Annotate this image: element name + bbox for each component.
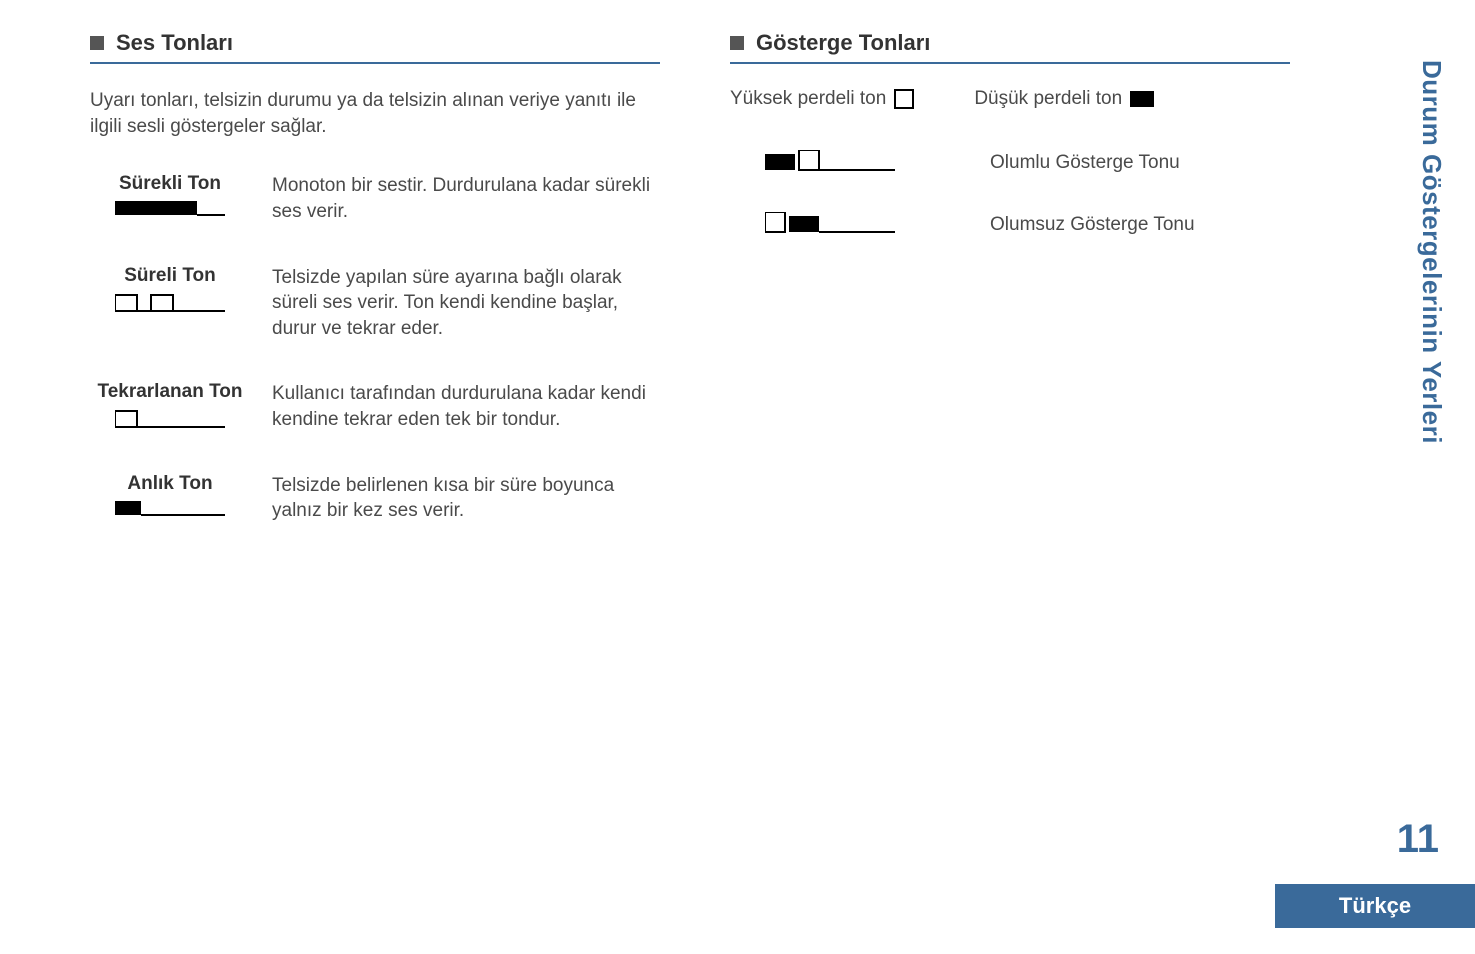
tone-label-block: Anlık Ton (90, 473, 250, 519)
momentary-tone-icon (115, 501, 225, 519)
tone-row-momentary: Anlık Ton Telsizde belirlenen kısa bir s… (90, 473, 660, 524)
indicator-row-negative: Olumsuz Gösterge Tonu (730, 212, 1290, 238)
intro-text: Uyarı tonları, telsizin durumu ya da tel… (90, 88, 660, 139)
indicator-text: Olumlu Gösterge Tonu (990, 152, 1290, 174)
right-column: Gösterge Tonları Yüksek perdeli ton Düşü… (730, 30, 1290, 564)
section-bullet-icon (730, 36, 744, 50)
legend-high: Yüksek perdeli ton (730, 88, 914, 110)
content-columns: Ses Tonları Uyarı tonları, telsizin duru… (90, 30, 1405, 564)
tone-label: Tekrarlanan Ton (90, 381, 250, 403)
language-tab: Türkçe (1275, 884, 1475, 928)
indicator-icon-wrap (730, 212, 930, 238)
tone-row-periodic: Süreli Ton Telsizde yapılan süre ayarına… (90, 265, 660, 342)
section-bullet-icon (90, 36, 104, 50)
tone-desc: Monoton bir sestir. Durdurulana kadar sü… (272, 173, 660, 224)
tone-label: Süreli Ton (90, 265, 250, 287)
positive-indicator-icon (765, 150, 895, 176)
repetitive-tone-icon (115, 409, 225, 431)
tone-label: Anlık Ton (90, 473, 250, 495)
left-column: Ses Tonları Uyarı tonları, telsizin duru… (90, 30, 660, 564)
section-header-left: Ses Tonları (90, 30, 660, 64)
tone-desc: Telsizde belirlenen kısa bir süre boyunc… (272, 473, 660, 524)
tone-label: Sürekli Ton (90, 173, 250, 195)
tone-label-block: Tekrarlanan Ton (90, 381, 250, 431)
section-title-left: Ses Tonları (116, 30, 233, 56)
tone-desc: Telsizde yapılan süre ayarına bağlı olar… (272, 265, 660, 342)
negative-indicator-icon (765, 212, 895, 238)
legend-high-label: Yüksek perdeli ton (730, 88, 886, 110)
tone-label-block: Sürekli Ton (90, 173, 250, 219)
periodic-tone-icon (115, 293, 225, 315)
tone-label-block: Süreli Ton (90, 265, 250, 315)
legend-row: Yüksek perdeli ton Düşük perdeli ton (730, 88, 1290, 110)
tone-desc: Kullanıcı tarafından durdurulana kadar k… (272, 381, 660, 432)
low-pitch-icon (1130, 89, 1154, 109)
tone-row-continuous: Sürekli Ton Monoton bir sestir. Durdurul… (90, 173, 660, 224)
legend-low-label: Düşük perdeli ton (974, 88, 1122, 110)
page: Ses Tonları Uyarı tonları, telsizin duru… (0, 0, 1475, 954)
indicator-icon-wrap (730, 150, 930, 176)
side-tab-title: Durum Göstergelerinin Yerleri (1416, 60, 1447, 444)
section-header-right: Gösterge Tonları (730, 30, 1290, 64)
tone-row-repetitive: Tekrarlanan Ton Kullanıcı tarafından dur… (90, 381, 660, 432)
high-pitch-icon (894, 89, 914, 109)
page-number: 11 (1397, 817, 1439, 862)
legend-low: Düşük perdeli ton (974, 88, 1154, 110)
indicator-row-positive: Olumlu Gösterge Tonu (730, 150, 1290, 176)
continuous-tone-icon (115, 201, 225, 219)
indicator-text: Olumsuz Gösterge Tonu (990, 214, 1290, 236)
section-title-right: Gösterge Tonları (756, 30, 930, 56)
